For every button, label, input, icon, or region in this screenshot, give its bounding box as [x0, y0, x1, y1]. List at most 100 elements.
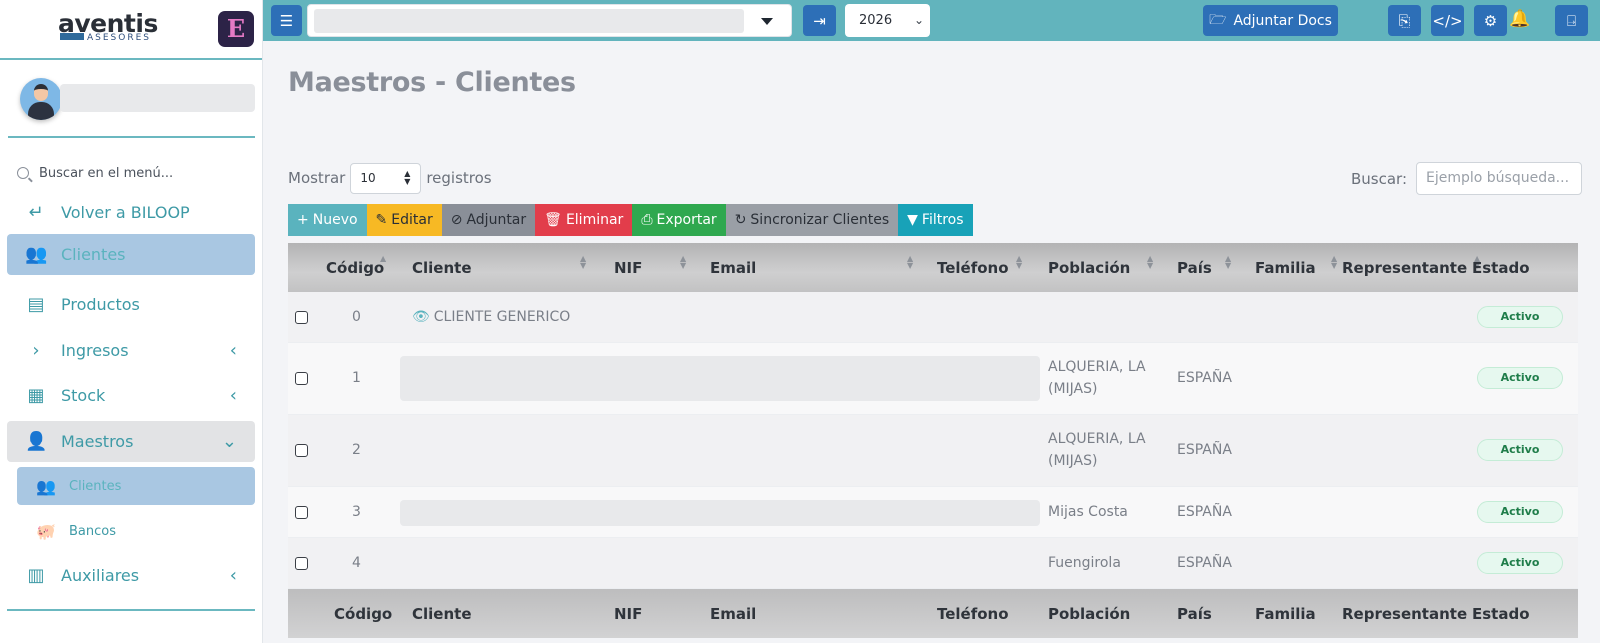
pallet-icon: ▦ [27, 385, 45, 406]
sync-clients-button[interactable]: ↻ Sincronizar Clientes [725, 204, 899, 236]
delete-label: Eliminar [565, 212, 624, 228]
client-select[interactable] [307, 4, 792, 37]
filters-button[interactable]: ▼ Filtros [898, 204, 973, 236]
sidebar-subitem-bancos[interactable]: 🐖 Bancos [17, 512, 255, 550]
sidebar-subitem-clientes[interactable]: 👥 Clientes [17, 467, 255, 505]
footer-codigo: Código [334, 604, 393, 623]
row-checkbox[interactable] [295, 372, 308, 385]
column-header-telefono[interactable]: Teléfono ▲ ▼ [937, 254, 1022, 277]
cell-cliente[interactable]: 👁 CLIENTE GENERICO [412, 306, 570, 328]
column-label: País [1177, 258, 1212, 277]
documents-button[interactable]: ⎘ [1388, 5, 1421, 36]
column-label: Cliente [412, 258, 472, 277]
page-length-select[interactable]: 10 ▲ ▼ [350, 162, 422, 194]
column-label: Familia [1255, 258, 1316, 277]
sidebar-divider [7, 609, 255, 611]
archive-box-icon: ▤ [27, 294, 45, 315]
eye-icon[interactable]: 👁 [412, 309, 430, 325]
sidebar-item-label: Auxiliares [61, 566, 140, 585]
status-badge: Activo [1477, 439, 1563, 461]
column-header-poblacion[interactable]: Población ▲ ▼ [1048, 254, 1153, 277]
building-icon: ▥ [27, 565, 45, 586]
sidebar-item-clientes[interactable]: 👥 Clientes [7, 234, 255, 275]
sidebar-item-maestros[interactable]: 👤 Maestros ⌄ [7, 421, 255, 462]
column-header-cliente[interactable]: Cliente ▲ ▼ [412, 254, 586, 277]
table-row[interactable]: 4 Fuengirola ESPAÑA Activo [288, 538, 1578, 589]
avatar[interactable] [20, 78, 62, 120]
return-arrow-icon: ↵ [28, 202, 44, 223]
row-checkbox[interactable] [295, 311, 308, 324]
attach-docs-button[interactable]: 🗁 Adjuntar Docs [1203, 5, 1338, 36]
cell-poblacion: ALQUERIA, LA (MIJAS) [1048, 431, 1146, 469]
table-row[interactable]: 1 ALQUERIA, LA (MIJAS) ESPAÑA Activo [288, 343, 1578, 415]
table-header: Código ▲ Cliente ▲ ▼ NIF ▲ ▼ Email ▲ ▼ Teléfono… [288, 243, 1578, 292]
chevron-down-icon: ⌄ [913, 13, 924, 27]
code-button[interactable]: </> [1431, 5, 1464, 36]
sidebar-item-label: Maestros [61, 432, 134, 451]
attach-button[interactable]: ⊘ Adjuntar [441, 204, 536, 236]
user-profile [8, 76, 255, 138]
footer-cliente: Cliente [412, 604, 472, 623]
new-button[interactable]: + Nuevo [288, 204, 367, 236]
logout-button[interactable]: ⍈ [1555, 5, 1588, 36]
sort-icon: ▲ ▼ [1331, 253, 1338, 270]
file-excel-icon: ⎙ [641, 212, 653, 228]
footer-telefono: Teléfono [937, 604, 1009, 623]
brand-tagline: ASESORES [60, 33, 151, 43]
column-label: NIF [614, 258, 643, 277]
piggy-bank-icon: 🐖 [36, 521, 56, 541]
chevron-right-icon: › [32, 340, 40, 361]
footer-estado: Estado [1472, 604, 1530, 623]
column-header-pais[interactable]: País ▲ ▼ [1177, 254, 1231, 277]
row-checkbox[interactable] [295, 444, 308, 457]
year-select[interactable]: 2026 ⌄ [845, 4, 930, 37]
menu-search[interactable]: Buscar en el menú... [17, 162, 173, 184]
table-row[interactable]: 2 ALQUERIA, LA (MIJAS) ESPAÑA Activo [288, 415, 1578, 487]
cell-codigo: 2 [352, 442, 361, 458]
bell-icon[interactable]: 🔔 [1509, 9, 1530, 29]
hamburger-icon: ☰ [279, 11, 294, 30]
settings-button[interactable]: ⚙ [1474, 5, 1507, 36]
menu-search-input[interactable]: Buscar en el menú... [39, 166, 173, 181]
records-label: registros [426, 169, 492, 187]
table-row[interactable]: 0 👁 CLIENTE GENERICO Activo [288, 292, 1578, 343]
cell-pais: ESPAÑA [1177, 442, 1232, 458]
row-checkbox[interactable] [295, 557, 308, 570]
search-input[interactable]: Ejemplo búsqueda... [1416, 162, 1583, 195]
year-select-value: 2026 [859, 13, 893, 28]
cell-codigo: 0 [352, 309, 361, 325]
app-switcher-icon[interactable]: E [218, 11, 254, 47]
gear-icon: ⚙ [1483, 11, 1498, 30]
delete-button[interactable]: 🗑 Eliminar [535, 204, 633, 236]
sidebar-item-productos[interactable]: ▤ Productos [7, 284, 255, 325]
sidebar-item-label: Clientes [61, 245, 126, 264]
column-header-familia[interactable]: Familia ▲ ▼ [1255, 254, 1337, 277]
sidebar-item-auxiliares[interactable]: ▥ Auxiliares ‹ [7, 555, 255, 596]
table-row[interactable]: 3 Mijas Costa ESPAÑA Activo [288, 487, 1578, 538]
search-icon [17, 167, 29, 179]
column-header-codigo[interactable]: Código ▲ [326, 254, 386, 277]
sort-asc-icon: ▲ [380, 253, 387, 263]
column-header-representante[interactable]: Representante ▲ ▼ [1342, 254, 1480, 277]
sort-icon: ▲ ▼ [907, 253, 914, 270]
export-button[interactable]: ⎙ Exportar [632, 204, 726, 236]
column-header-nif[interactable]: NIF ▲ ▼ [614, 254, 686, 277]
search-label: Buscar: [1351, 169, 1408, 188]
cell-codigo: 3 [352, 504, 361, 520]
row-checkbox[interactable] [295, 506, 308, 519]
sidebar-item-label: Ingresos [61, 341, 129, 360]
sidebar: aventis ASESORES E Buscar en el menú... … [0, 0, 263, 643]
enter-client-button[interactable]: ⇥ [803, 5, 836, 36]
footer-nif: NIF [614, 604, 643, 623]
cell-pais: ESPAÑA [1177, 370, 1232, 386]
column-header-email[interactable]: Email ▲ ▼ [710, 254, 913, 277]
chevron-down-icon: ⌄ [221, 431, 237, 452]
menu-toggle-button[interactable]: ☰ [271, 5, 302, 36]
edit-button[interactable]: ✎ Editar [366, 204, 442, 236]
sidebar-item-label: Productos [61, 295, 140, 314]
column-header-estado[interactable]: Estado [1472, 259, 1530, 277]
sidebar-item-volver-biloop[interactable]: ↵ Volver a BILOOP [7, 192, 255, 233]
sidebar-item-stock[interactable]: ▦ Stock ‹ [7, 375, 255, 416]
caret-down-icon [761, 18, 773, 25]
sidebar-item-ingresos[interactable]: › Ingresos ‹ [7, 330, 255, 371]
